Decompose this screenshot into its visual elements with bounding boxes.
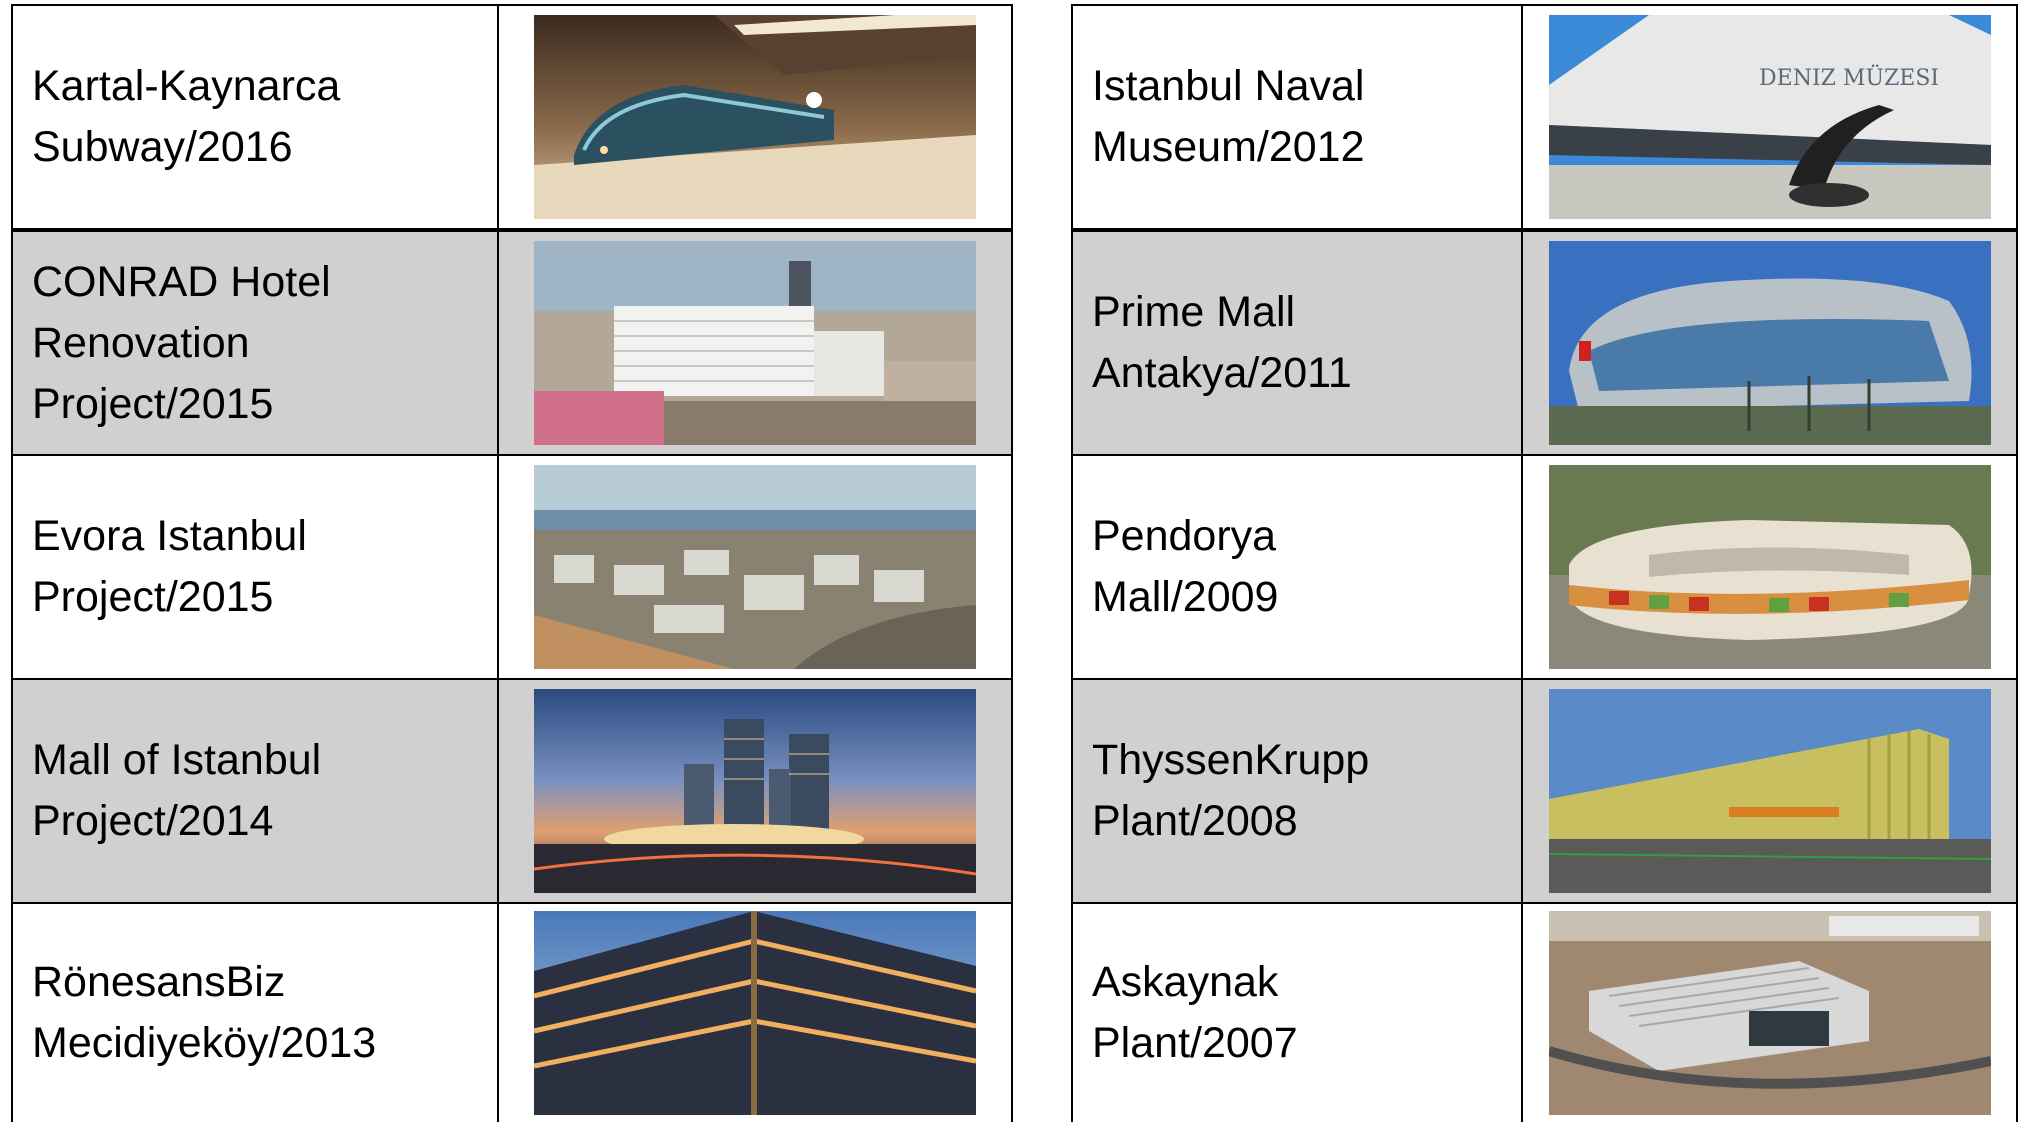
svg-text:DENIZ MÜZESI: DENIZ MÜZESI	[1759, 64, 1939, 91]
project-label: Askaynak Plant/2007	[1092, 958, 1298, 1067]
table-row: Prime Mall Antakya/2011	[1071, 229, 2018, 456]
industrial-plant-photo	[1548, 911, 1991, 1115]
table-row: Pendorya Mall/2009	[1071, 454, 2018, 680]
residential-complex-photo	[534, 465, 976, 669]
project-label: Istanbul Naval Museum/2012	[1092, 62, 1365, 171]
table-row: RönesansBiz Mecidiyeköy/2013	[11, 902, 1013, 1122]
project-table-left: Kartal-Kaynarca Subway/2016 CONRAD Hotel…	[11, 4, 1013, 1122]
table-row: ThyssenKrupp Plant/2008	[1071, 678, 2018, 904]
pendorya-mall-photo	[1548, 465, 1991, 669]
table-row: CONRAD Hotel Renovation Project/2015	[11, 229, 1013, 456]
table-row: Kartal-Kaynarca Subway/2016	[11, 4, 1013, 232]
project-label: Mall of Istanbul Project/2014	[32, 736, 322, 845]
project-label: RönesansBiz Mecidiyeköy/2013	[32, 958, 377, 1067]
project-label: ThyssenKrupp Plant/2008	[1092, 736, 1370, 845]
office-building-photo	[534, 911, 976, 1115]
hotel-photo	[534, 241, 976, 445]
factory-plant-photo	[1548, 689, 1991, 893]
project-label: Pendorya Mall/2009	[1092, 512, 1279, 621]
table-row: Evora Istanbul Project/2015	[11, 454, 1013, 680]
project-label: Evora Istanbul Project/2015	[32, 512, 307, 621]
project-table-right: Istanbul Naval Museum/2012 DENIZ MÜZESI …	[1071, 4, 2018, 1122]
project-label: Prime Mall Antakya/2011	[1092, 288, 1352, 397]
project-label: CONRAD Hotel Renovation Project/2015	[32, 257, 331, 428]
mall-towers-photo	[534, 689, 976, 893]
prime-mall-photo	[1548, 241, 1991, 445]
project-label: Kartal-Kaynarca Subway/2016	[32, 62, 341, 171]
table-row: Istanbul Naval Museum/2012 DENIZ MÜZESI	[1071, 4, 2018, 232]
table-row: Askaynak Plant/2007	[1071, 902, 2018, 1122]
table-row: Mall of Istanbul Project/2014	[11, 678, 1013, 904]
subway-station-photo	[534, 15, 976, 219]
naval-museum-photo: DENIZ MÜZESI	[1548, 15, 1991, 219]
